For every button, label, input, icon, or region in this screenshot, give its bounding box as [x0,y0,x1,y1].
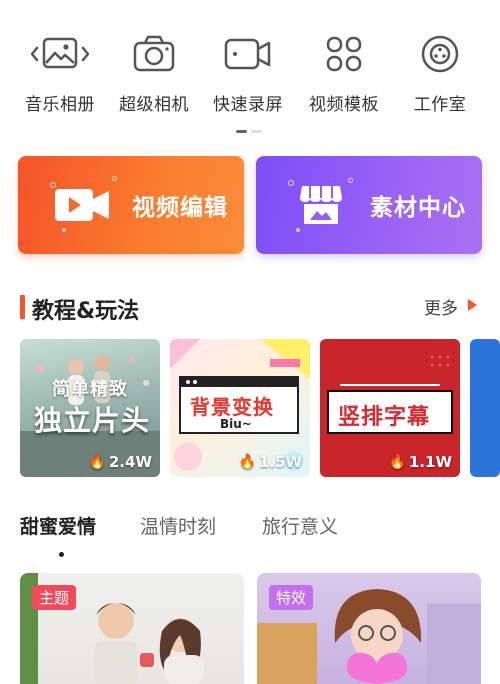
tool-video-template[interactable]: 视频模板 [298,30,390,115]
play-count: 🔥 1.5W [238,453,302,471]
page-dot [251,130,262,133]
flame-icon: 🔥 [88,454,106,470]
material-center-card[interactable]: 素材中心 [256,156,482,254]
tool-studio[interactable]: 工作室 [394,30,486,115]
play-count-value: 1.1W [408,453,452,471]
studio-icon [394,30,486,78]
tab-sweet-love[interactable]: 甜蜜爱情 [20,512,96,539]
tutorial-overlay-text: 竖排字幕 [338,405,431,430]
theme-badge: 主题 [32,585,77,610]
template-card-effect[interactable]: 特效 [257,573,481,684]
template-grid-icon [298,30,390,78]
section-title: 教程&玩法 [32,299,140,324]
tool-super-camera[interactable]: 超级相机 [108,30,200,115]
flame-icon: 🔥 [388,454,406,470]
screen-record-icon [202,30,294,78]
tutorial-card-background[interactable]: 背景变换 Biu~ 🔥 1.5W [170,339,310,477]
tab-travel-meaning[interactable]: 旅行意义 [262,512,338,539]
play-count-value: 1.5W [258,453,302,471]
more-arrow-icon[interactable] [468,299,477,311]
tutorial-overlay-text: 简单精致 [52,379,128,400]
section-accent-bar [20,295,25,319]
tutorial-overlay-text: 背景变换 [190,395,274,419]
tutorial-overlay-text: 独立片头 [34,404,151,437]
tab-warm-moments[interactable]: 温情时刻 [140,512,216,539]
tutorial-card-vertical-subtitle[interactable]: 竖排字幕 🔥 1.1W [320,339,460,477]
tool-label: 工作室 [413,95,467,115]
page-indicator [236,130,264,134]
quick-tools-row: 音乐相册 超级相机 快速录屏 视频模板 工作室 [0,30,500,120]
tool-label: 快速录屏 [213,95,283,115]
material-center-label: 素材中心 [370,195,466,221]
template-card-theme[interactable]: 主题 [20,573,244,684]
video-camera-icon [52,180,114,230]
tab-active-indicator [59,552,64,557]
tool-label: 超级相机 [119,95,189,115]
video-edit-card[interactable]: 视频编辑 [18,156,244,254]
tool-label: 视频模板 [309,95,379,115]
video-edit-label: 视频编辑 [132,195,228,221]
play-count: 🔥 2.4W [88,453,152,471]
camera-icon [108,30,200,78]
tool-screen-record[interactable]: 快速录屏 [202,30,294,115]
tutorial-card-intro[interactable]: 简单精致 独立片头 🔥 2.4W [20,339,160,477]
tutorial-card-partial[interactable] [470,339,500,477]
tutorial-overlay-subtext: Biu~ [220,417,252,431]
music-album-icon [14,30,106,78]
play-count: 🔥 1.1W [388,453,452,471]
tool-music-album[interactable]: 音乐相册 [14,30,106,115]
flame-icon: 🔥 [238,454,256,470]
store-icon [290,180,352,230]
effect-badge: 特效 [269,585,314,610]
more-link[interactable]: 更多 [424,294,458,319]
tool-label: 音乐相册 [25,95,95,115]
play-count-value: 2.4W [108,453,152,471]
page-dot-active [236,130,247,133]
